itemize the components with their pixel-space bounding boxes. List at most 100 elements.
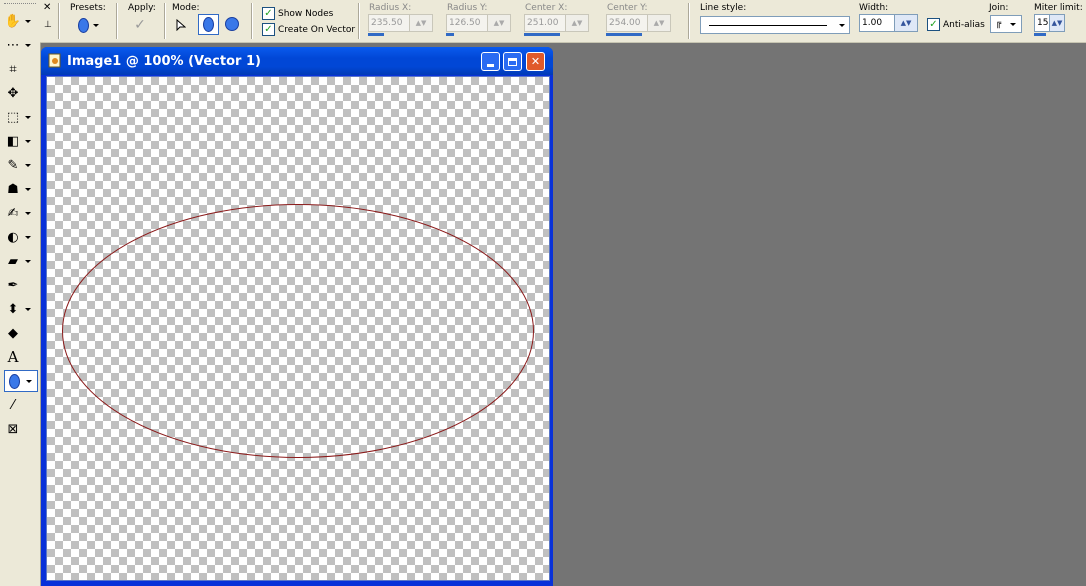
chevron-down-icon	[25, 211, 31, 215]
spin-arrows-icon: ▲▼	[566, 14, 589, 32]
tool-selection[interactable]: ⬚	[4, 106, 38, 128]
radius-x-slider[interactable]	[368, 33, 384, 36]
chevron-down-icon	[25, 43, 31, 47]
presets-dropdown[interactable]	[74, 15, 102, 35]
chevron-down-icon	[92, 23, 99, 27]
spin-arrows-icon: ▲▼	[1050, 14, 1065, 32]
tool-zoom[interactable]: ⋯	[4, 34, 38, 56]
tool-eyedropper[interactable]: ⁄	[4, 394, 38, 416]
center-y-label: Center Y:	[607, 3, 648, 13]
airbrush-icon: ⬍	[7, 301, 19, 317]
join-dropdown[interactable]: ╔	[990, 15, 1022, 33]
image-canvas[interactable]	[46, 76, 550, 581]
create-on-vector-check: ✓	[262, 23, 275, 36]
tool-picture-tube[interactable]: ✒	[4, 274, 38, 296]
chevron-down-icon	[1010, 22, 1017, 26]
radius-y-stepper[interactable]: 126.50 ▲▼	[446, 14, 511, 36]
tools-toolbar: ✋ ⋯ ⌗ ✥ ⬚ ◧ ✎ ☗ ✍ ◐ ▰ ✒ ⬍ ◆ A ⁄ ⊠	[0, 0, 41, 586]
solid-line-preview	[709, 25, 827, 26]
radius-y-slider[interactable]	[446, 33, 454, 36]
chevron-down-icon	[26, 379, 32, 383]
tool-airbrush[interactable]: ⬍	[4, 298, 38, 320]
center-x-label: Center X:	[525, 3, 568, 13]
anti-alias-label: Anti-alias	[943, 19, 985, 30]
clone-brush-icon: ☗	[7, 181, 19, 197]
palette-close-button[interactable]: ✕	[43, 2, 51, 13]
show-nodes-label: Show Nodes	[278, 8, 334, 19]
spin-arrows-icon: ▲▼	[648, 14, 671, 32]
tool-move[interactable]: ✥	[4, 82, 38, 104]
miter-limit-stepper[interactable]: 15 ▲▼	[1034, 14, 1065, 36]
flood-fill-icon: ◧	[6, 133, 20, 149]
image-window-titlebar[interactable]: Image1 @ 100% (Vector 1) ✕	[41, 47, 553, 75]
chevron-down-icon	[25, 163, 31, 167]
anti-alias-check: ✓	[927, 18, 940, 31]
image-window: Image1 @ 100% (Vector 1) ✕	[41, 47, 553, 586]
center-x-slider[interactable]	[524, 33, 560, 36]
toolbar-grip[interactable]	[4, 3, 36, 6]
miter-limit-label: Miter limit:	[1034, 3, 1083, 13]
center-y-value: 254.00	[606, 14, 648, 32]
ellipse-mode-icon	[203, 17, 214, 32]
center-y-stepper[interactable]: 254.00 ▲▼	[606, 14, 671, 36]
show-nodes-check: ✓	[262, 7, 275, 20]
radius-x-stepper[interactable]: 235.50 ▲▼	[368, 14, 433, 36]
tool-pan[interactable]: ✋	[4, 10, 38, 32]
text-icon: A	[7, 348, 19, 366]
move-icon: ✥	[7, 85, 19, 101]
radius-x-label: Radius X:	[369, 3, 412, 13]
pointer-arrow-icon	[176, 19, 186, 31]
mode-edit-button[interactable]	[171, 15, 191, 35]
mode-circle-button[interactable]	[222, 14, 242, 34]
tool-color-replacer[interactable]: ✍	[4, 202, 38, 224]
palette-pin-icon[interactable]: ⊥	[44, 20, 52, 30]
miter-join-icon: ╔	[995, 19, 1002, 29]
close-icon: ✕	[530, 55, 541, 68]
maximize-icon	[508, 57, 517, 66]
ellipse-tool-icon	[5, 372, 23, 390]
chevron-down-icon	[25, 19, 31, 23]
create-on-vector-checkbox[interactable]: ✓ Create On Vector	[262, 23, 355, 36]
mode-label: Mode:	[172, 3, 200, 13]
minimize-button[interactable]	[481, 52, 500, 71]
miter-limit-slider[interactable]	[1034, 33, 1046, 36]
anti-alias-checkbox[interactable]: ✓ Anti-alias	[927, 18, 985, 31]
show-nodes-checkbox[interactable]: ✓ Show Nodes	[262, 7, 333, 20]
ellipse-shape[interactable]	[62, 204, 534, 458]
pan-icon: ✋	[4, 13, 22, 29]
width-label: Width:	[859, 3, 889, 13]
center-y-slider[interactable]	[606, 33, 642, 36]
chevron-down-icon	[25, 187, 31, 191]
mode-ellipse-button[interactable]	[198, 14, 219, 35]
vector-layer	[62, 204, 534, 458]
dodge-icon: ◐	[7, 229, 19, 245]
radius-y-value: 126.50	[446, 14, 488, 32]
eraser-icon: ▰	[8, 253, 18, 269]
line-style-label: Line style:	[700, 3, 747, 13]
tool-ellipse-tool[interactable]	[4, 370, 38, 392]
maximize-button[interactable]	[503, 52, 522, 71]
chevron-down-icon	[25, 259, 31, 263]
width-value: 1.00	[859, 14, 895, 32]
tool-eraser[interactable]: ▰	[4, 250, 38, 272]
spin-arrows-icon: ▲▼	[895, 14, 918, 32]
tool-text[interactable]: A	[4, 346, 38, 368]
minimize-icon	[487, 63, 494, 67]
checkmark-icon: ✓	[134, 17, 146, 33]
presets-label: Presets:	[70, 3, 106, 13]
tool-dodge[interactable]: ◐	[4, 226, 38, 248]
tool-flood-fill[interactable]: ◧	[4, 130, 38, 152]
close-button[interactable]: ✕	[526, 52, 545, 71]
apply-button[interactable]: ✓	[130, 15, 150, 35]
tool-object-selector[interactable]: ⊠	[4, 418, 38, 440]
width-stepper[interactable]: 1.00 ▲▼	[859, 14, 918, 32]
chevron-down-icon	[25, 139, 31, 143]
tool-pen[interactable]: ◆	[4, 322, 38, 344]
tool-crop[interactable]: ⌗	[4, 58, 38, 80]
tool-clone-brush[interactable]: ☗	[4, 178, 38, 200]
spin-arrows-icon: ▲▼	[410, 14, 433, 32]
line-style-dropdown[interactable]	[700, 16, 850, 34]
tool-paint-brush[interactable]: ✎	[4, 154, 38, 176]
ellipse-preset-icon	[77, 17, 89, 33]
center-x-stepper[interactable]: 251.00 ▲▼	[524, 14, 589, 36]
